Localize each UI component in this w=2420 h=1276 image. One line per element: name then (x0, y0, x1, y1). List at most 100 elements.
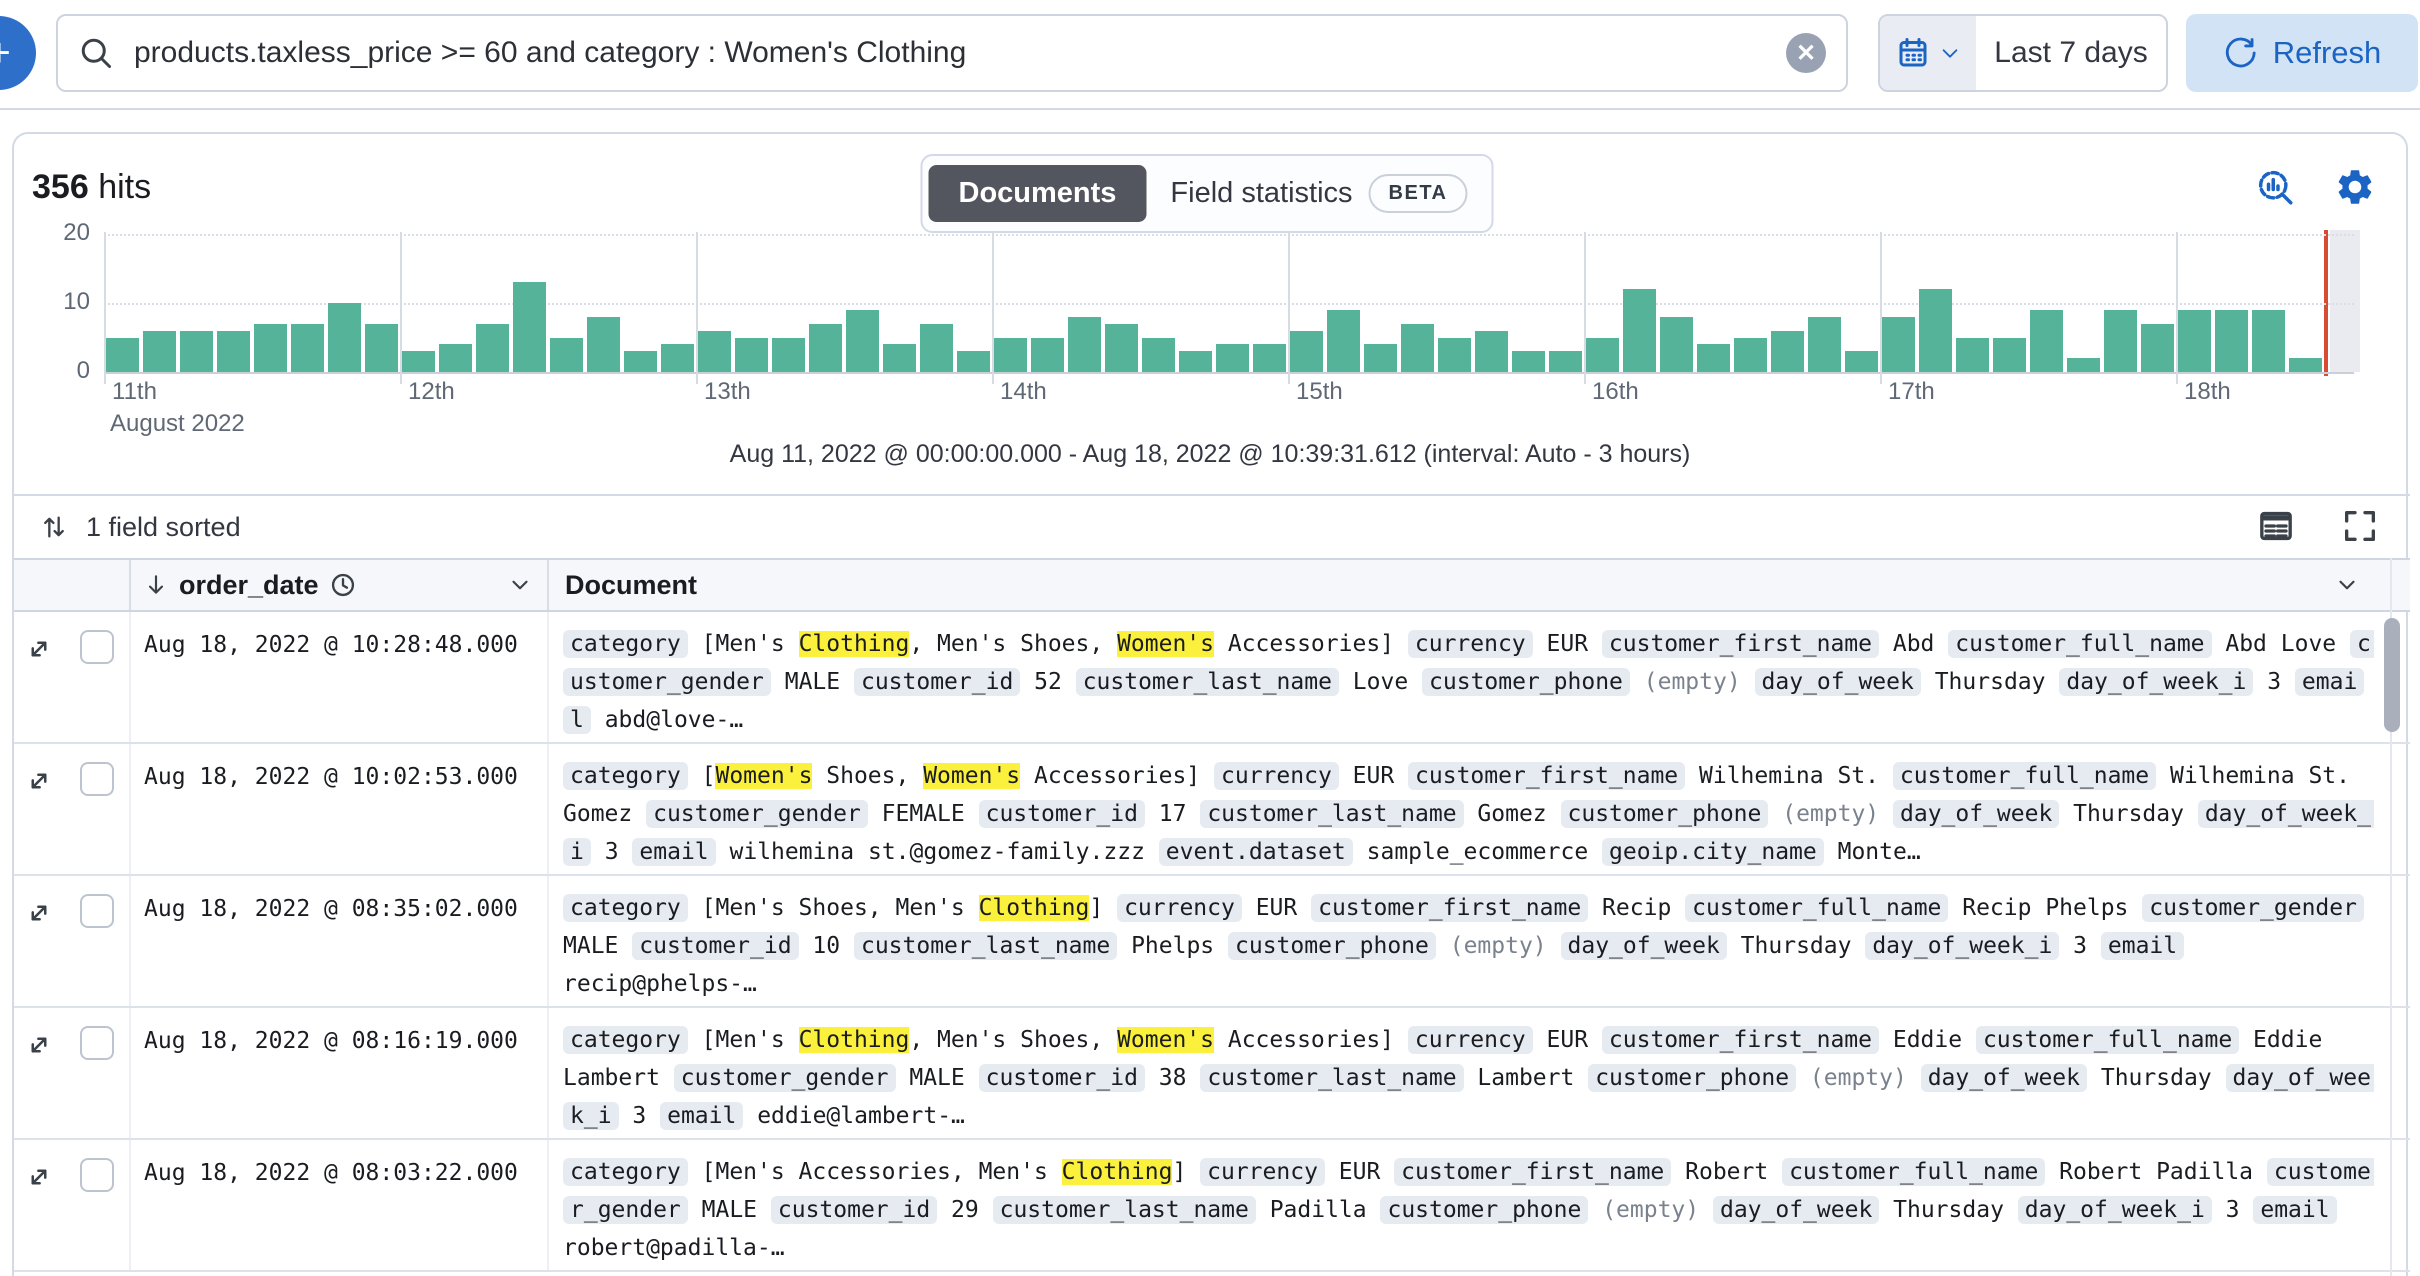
field-name-badge[interactable]: email (2101, 932, 2184, 960)
histogram-bar[interactable] (1179, 351, 1212, 372)
histogram-bar[interactable] (513, 282, 546, 372)
histogram-bar[interactable] (1808, 317, 1841, 372)
field-name-badge[interactable]: customer_id (771, 1196, 937, 1224)
field-name-badge[interactable]: customer_last_name (854, 932, 1117, 960)
field-name-badge[interactable]: currency (1408, 1026, 1533, 1054)
field-name-badge[interactable]: category (563, 1026, 688, 1054)
time-range-label[interactable]: Last 7 days (1976, 16, 2166, 90)
field-name-badge[interactable]: category (563, 630, 688, 658)
histogram-bar[interactable] (1956, 338, 1989, 373)
field-name-badge[interactable]: customer_id (979, 1064, 1145, 1092)
field-name-badge[interactable]: customer_id (632, 932, 798, 960)
add-filter-button[interactable]: + (0, 16, 36, 90)
histogram-bar[interactable] (587, 317, 620, 372)
field-name-badge[interactable]: day_of_week (1713, 1196, 1879, 1224)
grid-header-document[interactable]: Document (547, 560, 2410, 610)
histogram-bar[interactable] (1068, 317, 1101, 372)
field-name-badge[interactable]: email (632, 838, 715, 866)
histogram-bar[interactable] (1401, 324, 1434, 372)
tab-documents[interactable]: Documents (929, 165, 1147, 222)
histogram-bar[interactable] (1512, 351, 1545, 372)
field-name-badge[interactable]: customer_first_name (1602, 630, 1879, 658)
field-name-badge[interactable]: customer_first_name (1394, 1158, 1671, 1186)
histogram-bar[interactable] (1734, 338, 1767, 373)
histogram-bar[interactable] (254, 324, 287, 372)
field-name-badge[interactable]: email (2253, 1196, 2336, 1224)
date-picker-menu-button[interactable] (1880, 16, 1976, 90)
time-range-picker[interactable]: Last 7 days (1878, 14, 2168, 92)
chevron-down-icon[interactable] (2334, 572, 2360, 598)
histogram-bar[interactable] (624, 351, 657, 372)
histogram-bar[interactable] (550, 338, 583, 373)
expand-document-icon[interactable] (24, 634, 54, 664)
histogram-bar[interactable] (809, 324, 842, 372)
histogram-bar[interactable] (476, 324, 509, 372)
histogram-bar[interactable] (402, 351, 435, 372)
histogram-bar[interactable] (1586, 338, 1619, 373)
histogram-bar[interactable] (2067, 358, 2100, 372)
field-name-badge[interactable]: currency (1408, 630, 1533, 658)
field-name-badge[interactable]: customer_full_name (1893, 762, 2156, 790)
field-name-badge[interactable]: day_of_week_i (1865, 932, 2059, 960)
sorted-fields-button[interactable]: 1 field sorted (86, 512, 241, 543)
field-name-badge[interactable]: customer_id (854, 668, 1020, 696)
histogram[interactable]: August 2022 0102011th12th13th14th15th16t… (14, 230, 2410, 450)
field-name-badge[interactable]: customer_first_name (1602, 1026, 1879, 1054)
histogram-bar[interactable] (735, 338, 768, 373)
histogram-bar[interactable] (1882, 317, 1915, 372)
histogram-bar[interactable] (772, 338, 805, 373)
field-name-badge[interactable]: customer_gender (2142, 894, 2364, 922)
field-name-badge[interactable]: customer_id (979, 800, 1145, 828)
histogram-bar[interactable] (1253, 344, 1286, 372)
histogram-bar[interactable] (698, 331, 731, 372)
field-name-badge[interactable]: day_of_week (1755, 668, 1921, 696)
expand-document-icon[interactable] (24, 1030, 54, 1060)
field-name-badge[interactable]: event.dataset (1159, 838, 1353, 866)
expand-document-icon[interactable] (24, 766, 54, 796)
histogram-bar[interactable] (2104, 310, 2137, 372)
query-input[interactable]: products.taxless_price >= 60 and categor… (56, 14, 1848, 92)
field-name-badge[interactable]: category (563, 762, 688, 790)
row-checkbox[interactable] (80, 894, 114, 928)
explore-data-icon[interactable] (2254, 166, 2296, 208)
histogram-bar[interactable] (2141, 324, 2174, 372)
clear-query-icon[interactable]: ✕ (1786, 33, 1826, 73)
field-name-badge[interactable]: day_of_week (1893, 800, 2059, 828)
expand-document-icon[interactable] (24, 1162, 54, 1192)
histogram-bar[interactable] (1327, 310, 1360, 372)
field-name-badge[interactable]: customer_phone (1422, 668, 1630, 696)
histogram-bar[interactable] (1697, 344, 1730, 372)
field-name-badge[interactable]: currency (1117, 894, 1242, 922)
row-checkbox[interactable] (80, 630, 114, 664)
histogram-bar[interactable] (180, 331, 213, 372)
histogram-bar[interactable] (2215, 310, 2248, 372)
histogram-bar[interactable] (1475, 331, 1508, 372)
histogram-bar[interactable] (2178, 310, 2211, 372)
query-text[interactable]: products.taxless_price >= 60 and categor… (134, 36, 1786, 70)
histogram-bar[interactable] (846, 310, 879, 372)
grid-header-order-date[interactable]: order_date (129, 560, 547, 610)
field-name-badge[interactable]: email (660, 1102, 743, 1130)
field-name-badge[interactable]: geoip.city_name (1602, 838, 1824, 866)
histogram-bar[interactable] (2252, 310, 2285, 372)
histogram-bar[interactable] (1919, 289, 1952, 372)
row-checkbox[interactable] (80, 762, 114, 796)
field-name-badge[interactable]: customer_last_name (1076, 668, 1339, 696)
histogram-bar[interactable] (328, 303, 361, 372)
histogram-bar[interactable] (1660, 317, 1693, 372)
refresh-button[interactable]: Refresh (2186, 14, 2418, 92)
display-options-icon[interactable] (2256, 506, 2296, 546)
field-name-badge[interactable]: customer_phone (1588, 1064, 1796, 1092)
histogram-bar[interactable] (1105, 324, 1138, 372)
chevron-down-icon[interactable] (507, 572, 533, 598)
field-name-badge[interactable]: customer_gender (646, 800, 868, 828)
histogram-bar[interactable] (143, 331, 176, 372)
field-name-badge[interactable]: day_of_week (1561, 932, 1727, 960)
histogram-bar[interactable] (439, 344, 472, 372)
histogram-bar[interactable] (2289, 358, 2322, 372)
histogram-bar[interactable] (1290, 331, 1323, 372)
histogram-bar[interactable] (661, 344, 694, 372)
histogram-bar[interactable] (883, 344, 916, 372)
histogram-bar[interactable] (1771, 331, 1804, 372)
gear-icon[interactable] (2334, 166, 2376, 208)
